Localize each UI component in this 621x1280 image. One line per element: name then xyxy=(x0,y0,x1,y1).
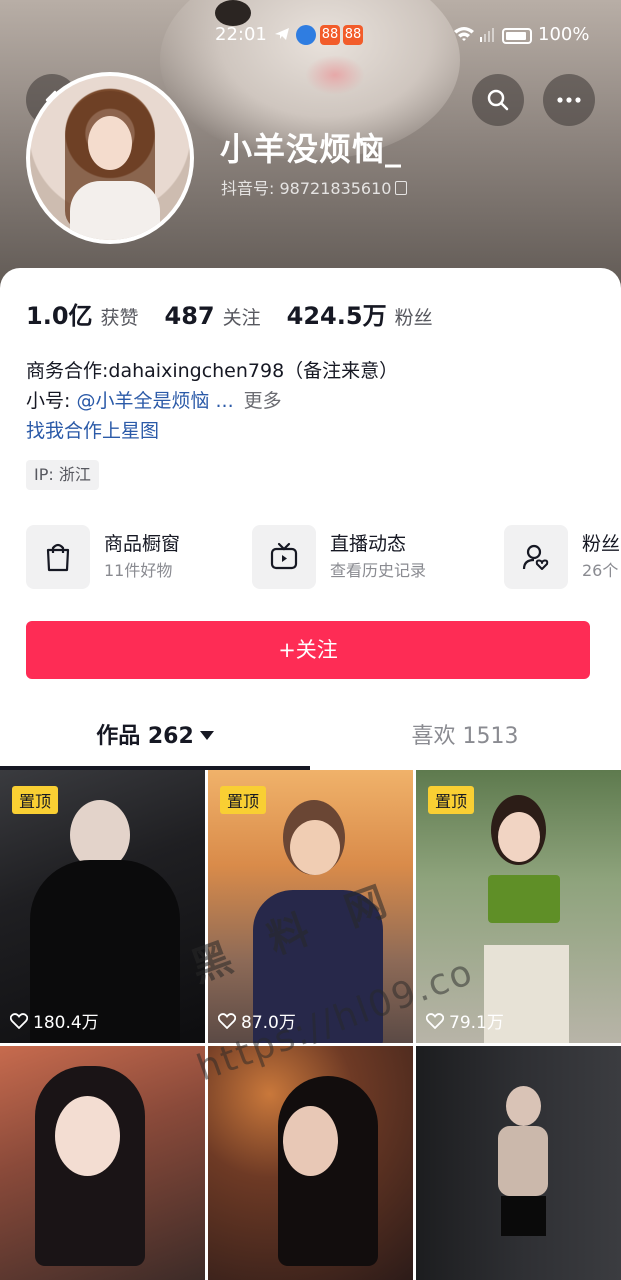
stat-followers-value[interactable]: 424.5万 xyxy=(287,296,387,331)
search-icon xyxy=(487,89,509,111)
video-thumbnail[interactable]: 置顶 79.1万 xyxy=(416,770,621,1043)
video-likes: 180.4万 xyxy=(10,1008,99,1033)
battery-level: 100% xyxy=(538,24,590,45)
profile-card: 1.0亿 获赞 487 关注 424.5万 粉丝 商务合作:dahaixingc… xyxy=(0,268,621,1280)
telegram-icon xyxy=(272,25,292,45)
search-button[interactable] xyxy=(472,74,524,126)
service-fans[interactable]: 粉丝 26个 xyxy=(504,522,620,592)
douyin-id-label: 抖音号: xyxy=(221,179,280,198)
wifi-icon xyxy=(452,25,476,45)
content-tabs: 作品 262 喜欢 1513 xyxy=(0,708,621,770)
video-likes: 79.1万 xyxy=(426,1008,504,1033)
avatar[interactable] xyxy=(26,72,194,244)
banner-sheep-nose xyxy=(305,55,365,95)
stat-likes-value[interactable]: 1.0亿 xyxy=(26,296,93,331)
pinned-badge: 置顶 xyxy=(12,786,59,814)
profile-nickname: 小羊没烦恼_ xyxy=(220,130,403,168)
video-thumbnail[interactable] xyxy=(208,1046,413,1280)
douyin-id[interactable]: 抖音号: 98721835610 xyxy=(221,175,408,199)
service-shop-window[interactable]: 商品橱窗 11件好物 xyxy=(26,522,180,592)
profile-stats: 1.0亿 获赞 487 关注 424.5万 粉丝 xyxy=(26,296,459,331)
service-live-history[interactable]: 直播动态 查看历史记录 xyxy=(252,522,426,592)
fans-heart-icon xyxy=(504,525,568,589)
copy-icon[interactable] xyxy=(395,181,408,195)
app-badge-icon: 88 xyxy=(320,25,340,45)
more-dots-icon xyxy=(557,97,581,103)
browser-icon xyxy=(296,25,316,45)
heart-icon xyxy=(218,1012,236,1029)
ip-location-tag: IP: 浙江 xyxy=(26,460,99,490)
signal-icon xyxy=(478,25,496,45)
video-thumbnail[interactable] xyxy=(416,1046,621,1280)
douyin-id-value: 98721835610 xyxy=(279,179,392,198)
tab-likes[interactable]: 喜欢 1513 xyxy=(310,708,620,770)
stat-followers-label[interactable]: 粉丝 xyxy=(395,303,433,330)
status-bar: 22:01 88 88 100% xyxy=(0,22,621,50)
service-title: 商品橱窗 xyxy=(104,533,181,555)
video-thumbnail[interactable]: 置顶 180.4万 xyxy=(0,770,205,1043)
battery-icon xyxy=(502,28,532,44)
service-subtitle: 26个 xyxy=(582,561,619,580)
pinned-badge: 置顶 xyxy=(220,786,267,814)
video-thumbnail[interactable] xyxy=(0,1046,205,1280)
service-subtitle: 查看历史记录 xyxy=(330,561,427,580)
bio-business-line: 商务合作:dahaixingchen798（备注来意） xyxy=(26,360,399,382)
profile-bio: 商务合作:dahaixingchen798（备注来意） 小号: @小羊全是烦恼 … xyxy=(26,356,398,446)
follow-button[interactable]: +关注 xyxy=(26,621,590,679)
service-subtitle: 11件好物 xyxy=(104,561,173,580)
stat-likes-label[interactable]: 获赞 xyxy=(101,303,139,330)
service-title: 直播动态 xyxy=(330,533,407,555)
pinned-badge: 置顶 xyxy=(428,786,475,814)
tab-works-label: 作品 262 xyxy=(96,724,194,749)
more-button[interactable] xyxy=(543,74,595,126)
bio-alt-account-line: 小号: @小羊全是烦恼 ... 更多 xyxy=(26,390,282,412)
stat-following-value[interactable]: 487 xyxy=(165,302,215,330)
service-title: 粉丝 xyxy=(582,533,621,555)
alt-account-link[interactable]: @小羊全是烦恼 ... xyxy=(76,390,233,412)
caret-down-icon[interactable] xyxy=(199,731,214,740)
shopping-bag-icon xyxy=(26,525,90,589)
heart-icon xyxy=(10,1012,28,1029)
video-thumbnail[interactable]: 置顶 87.0万 xyxy=(208,770,413,1043)
xingtu-cooperation-link[interactable]: 找我合作上星图 xyxy=(26,416,398,446)
tab-works[interactable]: 作品 262 xyxy=(0,708,310,770)
video-likes: 87.0万 xyxy=(218,1008,296,1033)
bio-more-button[interactable]: 更多 xyxy=(244,390,282,412)
app-badge-icon: 88 xyxy=(343,25,363,45)
status-time: 22:01 xyxy=(215,24,267,45)
heart-icon xyxy=(426,1012,444,1029)
profile-services: 商品橱窗 11件好物 直播动态 查看历史记录 粉丝 26个 xyxy=(26,522,621,592)
stat-following-label[interactable]: 关注 xyxy=(223,303,261,330)
tv-icon xyxy=(252,525,316,589)
